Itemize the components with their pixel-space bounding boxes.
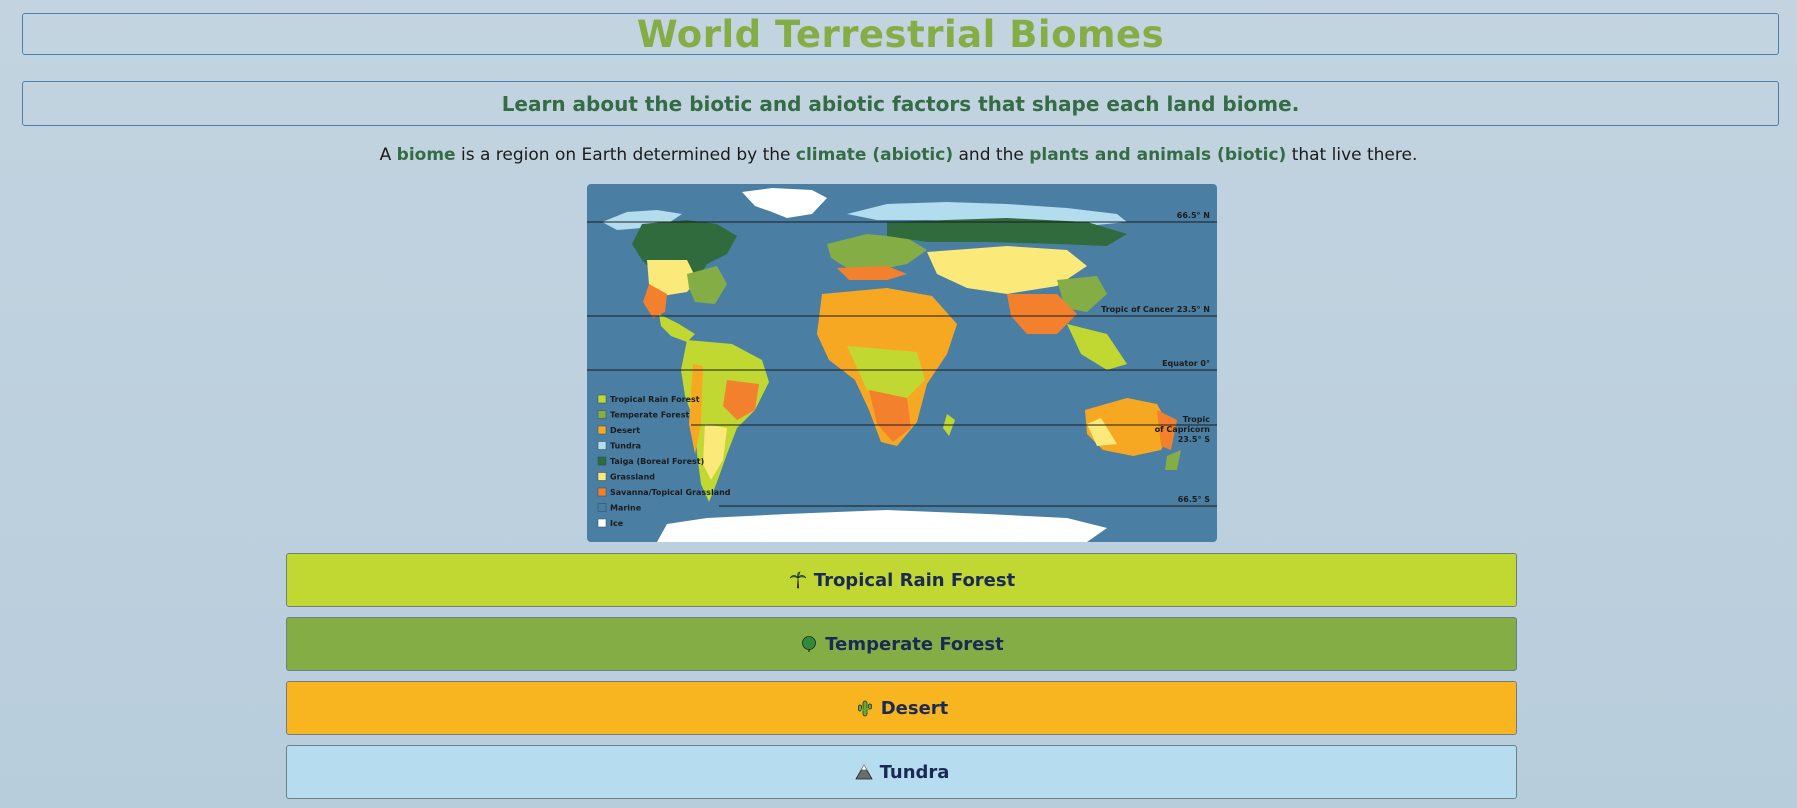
legend-label: Taiga (Boreal Forest) — [610, 457, 704, 466]
legend-label: Temperate Forest — [610, 411, 689, 420]
legend-swatch — [597, 410, 607, 419]
legend-swatch — [597, 487, 607, 497]
page-title: World Terrestrial Biomes — [636, 12, 1165, 56]
legend-label: Tundra — [610, 442, 641, 451]
cactus-icon — [855, 698, 875, 718]
biome-button-label: Desert — [880, 697, 949, 719]
biome-button-temperate-forest[interactable]: Temperate Forest — [286, 617, 1517, 671]
capricorn-label-line-3: 23.5° S — [1178, 435, 1211, 444]
capricorn-label-line-1: Tropic — [1183, 415, 1210, 424]
equator-label: Equator 0° — [1162, 359, 1210, 368]
intro-part-1: A — [379, 145, 397, 165]
title-banner: World Terrestrial Biomes — [22, 12, 1779, 56]
legend-swatch — [597, 394, 607, 404]
biome-button-label: Tundra — [879, 761, 950, 783]
subtitle-banner: Learn about the biotic and abiotic facto… — [22, 81, 1779, 126]
biome-button-label: Tropical Rain Forest — [813, 569, 1016, 591]
intro-part-4: that live there. — [1286, 145, 1418, 165]
term-living-things: plants and animals (biotic) — [1029, 145, 1287, 165]
legend-label: Savanna/Topical Grassland — [610, 488, 731, 497]
capricorn-label-line-2: of Capricorn — [1155, 425, 1211, 434]
legend-label: Grassland — [610, 473, 655, 482]
deciduous-tree-icon — [799, 634, 819, 654]
term-biome: biome — [396, 145, 456, 165]
page-subtitle: Learn about the biotic and abiotic facto… — [501, 91, 1300, 116]
arctic-label: 66.5° N — [1177, 211, 1210, 220]
intro-text: A biome is a region on Earth determined … — [0, 145, 1797, 165]
mountain-icon — [854, 762, 874, 782]
term-climate: climate (abiotic) — [795, 145, 954, 165]
biome-button-tundra[interactable]: Tundra — [286, 745, 1517, 799]
legend-label: Ice — [610, 519, 624, 528]
intro-part-2: is a region on Earth determined by the — [455, 145, 796, 165]
legend-swatch — [597, 425, 607, 435]
legend-swatch — [597, 472, 607, 481]
biome-world-map: 66.5° N Tropic of Cancer 23.5° N Equator… — [587, 184, 1217, 542]
legend-label: Desert — [610, 426, 640, 435]
biome-button-desert[interactable]: Desert — [286, 681, 1517, 735]
legend-label: Tropical Rain Forest — [610, 395, 700, 404]
palm-tree-icon — [788, 570, 808, 590]
biome-button-tropical-rain-forest[interactable]: Tropical Rain Forest — [286, 553, 1517, 607]
antarctic-label: 66.5° S — [1178, 495, 1211, 504]
cancer-label: Tropic of Cancer 23.5° N — [1101, 305, 1210, 314]
legend-swatch — [597, 441, 607, 450]
legend-swatch — [597, 456, 607, 466]
biome-button-label: Temperate Forest — [825, 633, 1004, 655]
legend-swatch — [597, 518, 607, 528]
intro-part-3: and the — [953, 145, 1030, 165]
legend-swatch — [597, 503, 607, 512]
legend-label: Marine — [610, 504, 642, 513]
